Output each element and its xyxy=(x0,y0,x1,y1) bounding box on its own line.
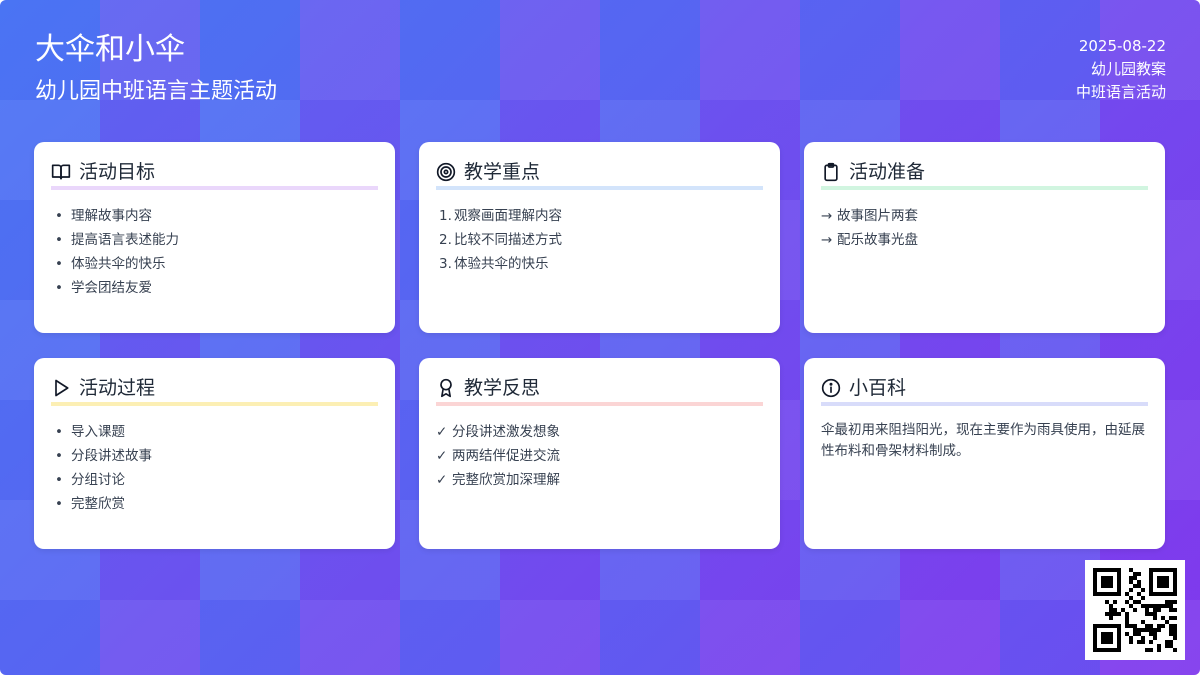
prep-card-title: 活动准备 xyxy=(849,161,926,183)
reflection-card: 教学反思 ✓ 分段讲述激发想象 ✓ 两两结伴促进交流 ✓ 完整欣赏加深理解 xyxy=(419,358,780,549)
list-text: 两两结伴促进交流 xyxy=(452,448,560,464)
list-item: 体验共伞的快乐 xyxy=(51,252,378,276)
list-number: 3. xyxy=(439,256,452,272)
list-item: 理解故事内容 xyxy=(51,204,378,228)
check-icon: ✓ xyxy=(436,424,448,440)
reflection-list: ✓ 分段讲述激发想象 ✓ 两两结伴促进交流 ✓ 完整欣赏加深理解 xyxy=(436,420,763,492)
prep-card-header: 活动准备 xyxy=(821,160,1148,190)
list-item: → 配乐故事光盘 xyxy=(821,228,1148,252)
clipboard-icon xyxy=(821,162,841,182)
prep-list: → 故事图片两套 → 配乐故事光盘 xyxy=(821,204,1148,252)
focus-card-header: 教学重点 xyxy=(436,160,763,190)
process-card-header: 活动过程 xyxy=(51,376,378,406)
list-text: 体验共伞的快乐 xyxy=(454,256,549,272)
page-subtitle: 幼儿园中班语言主题活动 xyxy=(35,79,278,104)
book-open-icon xyxy=(51,162,71,182)
process-card-title: 活动过程 xyxy=(79,377,156,399)
activity-type-label: 中班语言活动 xyxy=(1075,83,1166,101)
list-item: ✓ 分段讲述激发想象 xyxy=(436,420,763,444)
focus-list: 1. 观察画面理解内容 2. 比较不同描述方式 3. 体验共伞的快乐 xyxy=(436,204,763,276)
play-icon xyxy=(51,378,71,398)
focus-card-title: 教学重点 xyxy=(464,161,541,183)
reflection-card-header: 教学反思 xyxy=(436,376,763,406)
list-item: → 故事图片两套 xyxy=(821,204,1148,228)
prep-card: 活动准备 → 故事图片两套 → 配乐故事光盘 xyxy=(804,142,1165,333)
list-item: 提高语言表述能力 xyxy=(51,228,378,252)
list-item: 学会团结友爱 xyxy=(51,276,378,300)
list-item: 导入课题 xyxy=(51,420,378,444)
goals-list: 理解故事内容 提高语言表述能力 体验共伞的快乐 学会团结友爱 xyxy=(51,204,378,300)
date-label: 2025-08-22 xyxy=(1078,37,1166,55)
list-number: 2. xyxy=(439,232,452,248)
reflection-card-title: 教学反思 xyxy=(464,377,541,399)
list-item: 分段讲述故事 xyxy=(51,444,378,468)
lesson-plan-page: 大伞和小伞 幼儿园中班语言主题活动 2025-08-22 幼儿园教案 中班语言活… xyxy=(0,0,1200,675)
list-text: 配乐故事光盘 xyxy=(837,232,918,248)
doc-type-label: 幼儿园教案 xyxy=(1090,60,1166,78)
trivia-text: 伞最初用来阻挡阳光，现在主要作为雨具使用，由延展性布料和骨架材料制成。 xyxy=(821,422,1145,459)
award-icon xyxy=(436,378,456,398)
qr-code-icon xyxy=(1085,560,1185,660)
arrow-right-icon: → xyxy=(821,232,833,248)
list-text: 分段讲述激发想象 xyxy=(452,424,560,440)
info-icon xyxy=(821,378,841,398)
goals-card-title: 活动目标 xyxy=(79,161,156,183)
page-title: 大伞和小伞 xyxy=(35,32,185,67)
list-item: 完整欣赏 xyxy=(51,492,378,516)
trivia-card-header: 小百科 xyxy=(821,376,1148,406)
focus-card: 教学重点 1. 观察画面理解内容 2. 比较不同描述方式 3. 体验共伞的快乐 xyxy=(419,142,780,333)
list-item: 2. 比较不同描述方式 xyxy=(436,228,763,252)
goals-card: 活动目标 理解故事内容 提高语言表述能力 体验共伞的快乐 学会团结友爱 xyxy=(34,142,395,333)
check-icon: ✓ xyxy=(436,448,448,464)
page-header: 大伞和小伞 幼儿园中班语言主题活动 xyxy=(35,30,277,108)
list-number: 1. xyxy=(439,208,452,224)
list-text: 观察画面理解内容 xyxy=(454,208,562,224)
card-grid: 活动目标 理解故事内容 提高语言表述能力 体验共伞的快乐 学会团结友爱 教学重点… xyxy=(34,142,1166,549)
process-card: 活动过程 导入课题 分段讲述故事 分组讨论 完整欣赏 xyxy=(34,358,395,549)
process-list: 导入课题 分段讲述故事 分组讨论 完整欣赏 xyxy=(51,420,378,516)
list-item: ✓ 两两结伴促进交流 xyxy=(436,444,763,468)
check-icon: ✓ xyxy=(436,472,448,488)
list-text: 完整欣赏加深理解 xyxy=(452,472,560,488)
goals-card-header: 活动目标 xyxy=(51,160,378,190)
target-icon xyxy=(436,162,456,182)
list-item: 3. 体验共伞的快乐 xyxy=(436,252,763,276)
trivia-card: 小百科 伞最初用来阻挡阳光，现在主要作为雨具使用，由延展性布料和骨架材料制成。 xyxy=(804,358,1165,549)
list-item: ✓ 完整欣赏加深理解 xyxy=(436,468,763,492)
list-item: 1. 观察画面理解内容 xyxy=(436,204,763,228)
trivia-card-title: 小百科 xyxy=(849,377,907,399)
header-meta: 2025-08-22 幼儿园教案 中班语言活动 xyxy=(1076,35,1166,104)
list-text: 故事图片两套 xyxy=(837,208,918,224)
list-text: 比较不同描述方式 xyxy=(454,232,562,248)
arrow-right-icon: → xyxy=(821,208,833,224)
list-item: 分组讨论 xyxy=(51,468,378,492)
